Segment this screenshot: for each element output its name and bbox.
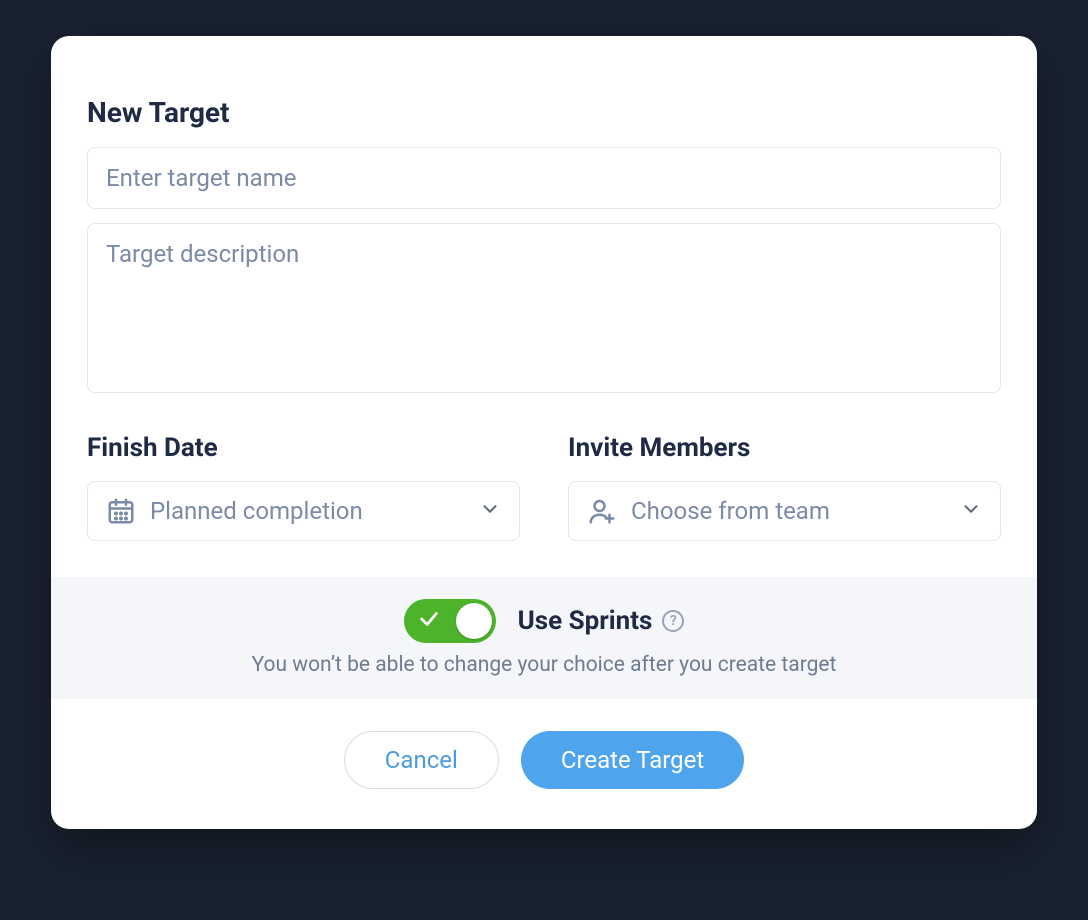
use-sprints-band: Use Sprints ? You won’t be able to chang… [51,577,1037,699]
finish-date-placeholder: Planned completion [150,497,465,525]
modal-footer: Cancel Create Target [51,699,1037,829]
finish-date-label: Finish Date [87,433,520,463]
toggle-knob [456,603,492,639]
modal-title: New Target [87,96,1001,129]
new-target-modal: New Target Finish Date [51,36,1037,829]
use-sprints-label: Use Sprints [518,606,653,636]
invite-members-select[interactable]: Choose from team [568,481,1001,541]
target-name-input[interactable] [87,147,1001,209]
calendar-icon [106,496,136,526]
help-icon[interactable]: ? [662,610,684,632]
check-icon [418,608,440,634]
cancel-button[interactable]: Cancel [344,731,499,789]
create-target-button[interactable]: Create Target [521,731,744,789]
use-sprints-note: You won’t be able to change your choice … [87,653,1001,677]
target-description-textarea[interactable] [87,223,1001,393]
use-sprints-toggle[interactable] [404,599,496,643]
invite-members-placeholder: Choose from team [631,497,946,525]
finish-date-select[interactable]: Planned completion [87,481,520,541]
chevron-down-icon [960,498,982,524]
chevron-down-icon [479,498,501,524]
person-add-icon [587,496,617,526]
invite-members-label: Invite Members [568,433,1001,463]
